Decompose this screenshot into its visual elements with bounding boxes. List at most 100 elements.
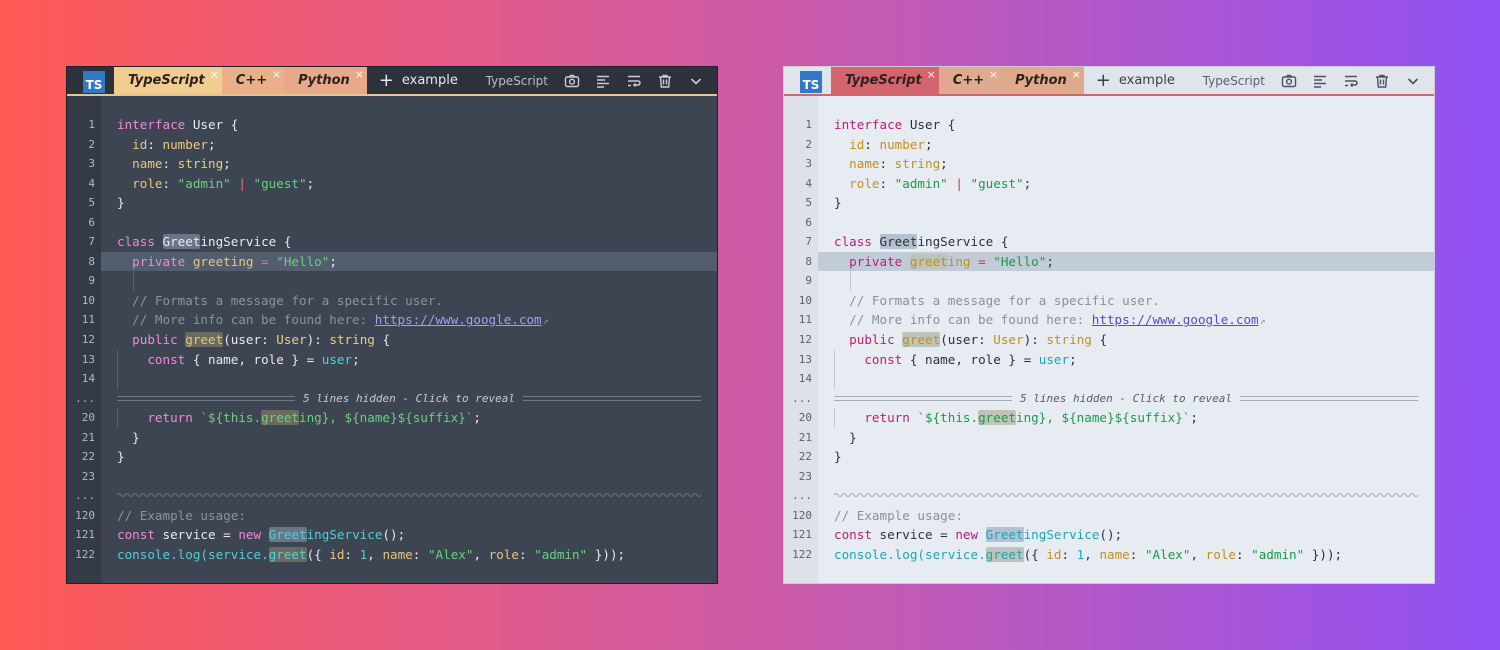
screenshot-button[interactable] [1273, 67, 1304, 94]
line-number: 5 [805, 196, 812, 210]
close-icon[interactable]: × [355, 68, 364, 81]
code-line[interactable]: 6 [67, 213, 717, 233]
fold-reveal-button[interactable]: 5 lines hidden - Click to reveal [834, 392, 1419, 405]
line-number: 22 [81, 450, 95, 464]
close-icon[interactable]: × [1072, 68, 1081, 81]
tab-python[interactable]: Python × [1001, 67, 1084, 94]
code-line[interactable]: 14 [784, 369, 1434, 389]
code-line[interactable]: 3 name: string; [67, 154, 717, 174]
code-line[interactable]: 13 const { name, role } = user; [67, 349, 717, 370]
code-line[interactable]: 13 const { name, role } = user; [784, 349, 1434, 370]
tab-cpp[interactable]: C++ × [221, 67, 285, 94]
code-link[interactable]: https://www.google.com [375, 312, 542, 327]
code-line[interactable]: 2 id: number; [784, 135, 1434, 155]
tab-typescript[interactable]: TypeScript × [831, 67, 939, 94]
code-line[interactable]: 122 console.log(service.greet({ id: 1, na… [67, 545, 717, 565]
delete-button[interactable] [649, 67, 680, 94]
code-line[interactable]: 9 [67, 271, 717, 291]
code-line[interactable]: 11 // More info can be found here: https… [67, 310, 717, 330]
tab-typescript[interactable]: TypeScript × [114, 67, 222, 94]
code-line[interactable]: 12 public greet(user: User): string { [784, 330, 1434, 350]
code-line[interactable]: 7 class GreetingService { [67, 232, 717, 252]
code-line[interactable]: 4 role: "admin" | "guest"; [784, 174, 1434, 194]
line-number: 23 [798, 469, 812, 483]
code-line[interactable]: 120// Example usage: [784, 506, 1434, 526]
code-line[interactable]: 3 name: string; [784, 154, 1434, 174]
close-icon[interactable]: × [272, 68, 281, 81]
trash-icon [658, 74, 671, 88]
code-line[interactable]: 1 interface User { [784, 115, 1434, 135]
collapse-button[interactable] [680, 67, 711, 94]
language-label: TypeScript [485, 73, 548, 88]
code-area[interactable]: 1 interface User { 2 id: number; 3 name: … [67, 96, 717, 583]
gap-marker: ... [792, 489, 812, 503]
code-line[interactable]: 22} [67, 447, 717, 467]
screenshot-button[interactable] [556, 67, 587, 94]
code-line[interactable]: 121 const service = new GreetingService()… [67, 525, 717, 545]
fold-region[interactable]: ... 5 lines hidden - Click to reveal [67, 389, 717, 409]
tab-cpp[interactable]: C++ × [938, 67, 1002, 94]
format-button[interactable] [587, 67, 618, 94]
tab-label: Python [1015, 73, 1067, 88]
code-line[interactable]: 11 // More info can be found here: https… [784, 310, 1434, 330]
code-line[interactable]: 6 [784, 213, 1434, 233]
code-line[interactable]: 122 console.log(service.greet({ id: 1, na… [784, 545, 1434, 565]
code-line[interactable]: 20 return `${this.greeting}, ${name}${su… [67, 408, 717, 428]
close-icon[interactable]: × [210, 68, 219, 81]
typescript-logo-icon: TS [800, 71, 822, 93]
code-line[interactable]: 4 role: "admin" | "guest"; [67, 174, 717, 194]
format-button[interactable] [1304, 67, 1335, 94]
chevron-down-icon [690, 77, 701, 85]
line-number: 14 [81, 372, 95, 386]
skipped-region: ... [67, 486, 717, 506]
delete-button[interactable] [1366, 67, 1397, 94]
active-code-line[interactable]: 8 private greeting = "Hello"; [67, 251, 717, 272]
code-line[interactable]: 23 [67, 467, 717, 487]
code-line[interactable]: 21 } [784, 428, 1434, 448]
line-number: 14 [798, 372, 812, 386]
close-icon[interactable]: × [927, 68, 936, 81]
code-line[interactable]: 1 interface User { [67, 115, 717, 135]
external-link-icon[interactable]: ↗ [543, 316, 549, 327]
code-line[interactable]: 14 [67, 369, 717, 389]
line-number: 2 [805, 137, 812, 151]
code-line[interactable]: 12 public greet(user: User): string { [67, 330, 717, 350]
tab-python[interactable]: Python × [284, 67, 367, 94]
external-link-icon[interactable]: ↗ [1260, 316, 1266, 327]
code-line[interactable]: 22} [784, 447, 1434, 467]
active-code-line[interactable]: 8 private greeting = "Hello"; [784, 251, 1434, 272]
word-wrap-button[interactable] [618, 67, 649, 94]
code-line[interactable]: 20 return `${this.greeting}, ${name}${su… [784, 408, 1434, 428]
code-line[interactable]: 21 } [67, 428, 717, 448]
fold-reveal-button[interactable]: 5 lines hidden - Click to reveal [117, 392, 702, 405]
code-area[interactable]: 1 interface User { 2 id: number; 3 name: … [784, 96, 1434, 583]
code-line[interactable]: 7 class GreetingService { [784, 232, 1434, 252]
code-line[interactable]: 2 id: number; [67, 135, 717, 155]
code-line[interactable]: 9 [784, 271, 1434, 291]
tab-label: Python [298, 73, 350, 88]
code-line[interactable]: 10 // Formats a message for a specific u… [784, 291, 1434, 311]
line-number: 8 [805, 254, 812, 268]
code-line[interactable]: 10 // Formats a message for a specific u… [67, 291, 717, 311]
add-tab-button[interactable]: + [1084, 67, 1119, 94]
code-link[interactable]: https://www.google.com [1092, 312, 1259, 327]
code-line[interactable]: 121 const service = new GreetingService()… [784, 525, 1434, 545]
word-wrap-button[interactable] [1335, 67, 1366, 94]
line-number: 4 [805, 176, 812, 190]
code-line[interactable]: 5} [67, 193, 717, 213]
gap-marker: ... [792, 391, 812, 405]
code-line[interactable]: 5} [784, 193, 1434, 213]
line-number: 1 [88, 118, 95, 131]
add-tab-button[interactable]: + [367, 67, 402, 94]
code-line[interactable]: 120// Example usage: [67, 506, 717, 526]
wrap-icon [1344, 75, 1358, 87]
fold-region[interactable]: ... 5 lines hidden - Click to reveal [784, 389, 1434, 409]
code-line[interactable]: 23 [784, 467, 1434, 487]
tab-label: C++ [952, 73, 985, 88]
collapse-button[interactable] [1397, 67, 1428, 94]
skipped-region: ... [784, 486, 1434, 506]
typescript-logo-icon: TS [83, 71, 105, 93]
camera-icon [1281, 74, 1296, 87]
close-icon[interactable]: × [989, 68, 998, 81]
indent-guide [834, 369, 835, 389]
